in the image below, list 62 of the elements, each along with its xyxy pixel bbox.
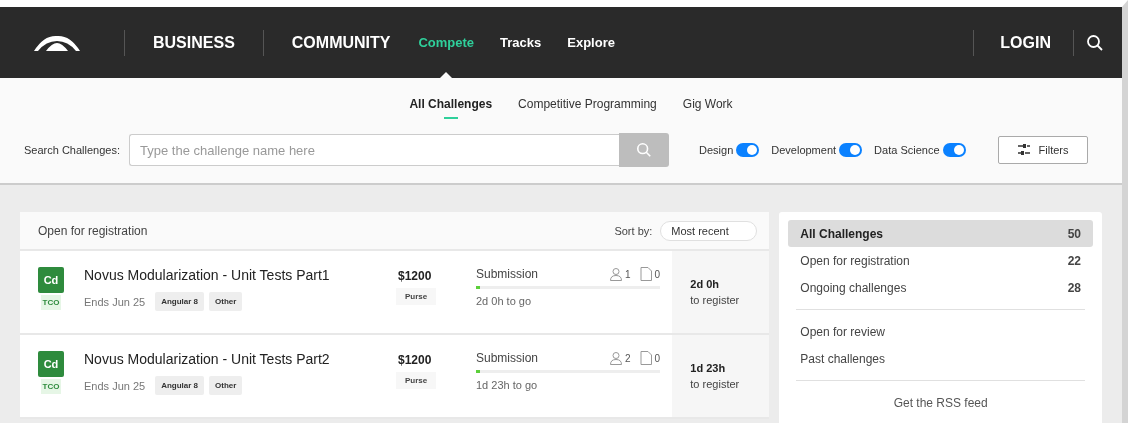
time-label: to register [690,378,741,390]
challenge-title-link[interactable]: Novus Modularization - Unit Tests Part2 [84,351,384,367]
phase-time-left: 2d 0h to go [476,295,533,307]
challenge-tab[interactable]: Competitive Programming [518,97,657,119]
login-link[interactable]: LOGIN [1000,33,1051,52]
time-remaining: 2d 0h [690,278,721,290]
filters-button[interactable]: Filters [997,136,1088,164]
bucket-item[interactable]: All Challenges 50 [788,220,1093,247]
submission-count: 0 [654,268,660,280]
bucket-item[interactable]: Open for registration 22 [788,247,1093,274]
bucket-item[interactable]: Ongoing challenges 28 [788,274,1093,301]
end-date: Ends Jun 25 [84,295,146,308]
challenge-tab[interactable]: All Challenges [409,97,493,119]
tech-tag[interactable]: Angular 8 [155,376,205,395]
nav-tab[interactable]: Tracks [500,7,542,78]
challenge-tab[interactable]: Gig Work [682,97,733,119]
track-badge: Cd [38,351,64,377]
sliders-icon [1016,143,1031,157]
list-title: Open for registration [38,223,148,238]
bucket-item[interactable]: Open for review [788,318,1093,345]
search-icon[interactable] [1086,33,1104,52]
search-icon [636,142,652,158]
document-icon [640,267,653,281]
registrant-count: 1 [624,268,631,280]
phase-time-left: 1d 23h to go [476,379,539,391]
prize-amount: $1200 [398,269,432,283]
prize-amount: $1200 [398,353,432,367]
track-label: Data Science [874,144,940,156]
nav-tab[interactable]: Explore [567,7,615,78]
registrant-count: 2 [624,352,631,364]
event-badge: TCO [40,379,62,394]
event-badge: TCO [40,295,62,310]
nav-tab[interactable]: Compete [418,7,475,78]
nav-link[interactable]: BUSINESS [125,33,263,52]
sort-dropdown[interactable]: Most recent [660,220,758,241]
tech-tag[interactable]: Angular 8 [155,292,205,311]
track-toggle[interactable] [839,143,863,157]
sort-label: Sort by: [614,224,653,237]
track-label: Design [699,144,734,156]
track-toggle[interactable] [736,143,760,157]
phase-name: Submission [476,351,539,365]
time-label: to register [690,294,741,306]
submission-count: 0 [654,352,660,364]
phase-name: Submission [476,267,539,281]
tech-tag[interactable]: Other [209,376,243,395]
track-badge: Cd [38,267,64,293]
search-field[interactable]: Type the challenge name here [129,134,619,166]
end-date: Ends Jun 25 [84,379,146,392]
prize-label: Purse [396,288,437,305]
search-label: Search Challenges: [24,144,120,156]
prize-label: Purse [396,372,437,389]
rss-feed-link[interactable]: Get the RSS feed [788,389,1093,410]
person-icon [608,267,623,281]
challenge-title-link[interactable]: Novus Modularization - Unit Tests Part1 [84,267,384,283]
nav-link[interactable]: COMMUNITY [263,33,419,52]
bucket-item[interactable]: Past challenges [788,345,1093,372]
person-icon [608,351,623,365]
tech-tag[interactable]: Other [209,292,243,311]
track-toggle[interactable] [942,143,966,157]
time-remaining: 1d 23h [690,362,727,374]
document-icon [640,351,653,365]
track-label: Development [771,144,837,156]
